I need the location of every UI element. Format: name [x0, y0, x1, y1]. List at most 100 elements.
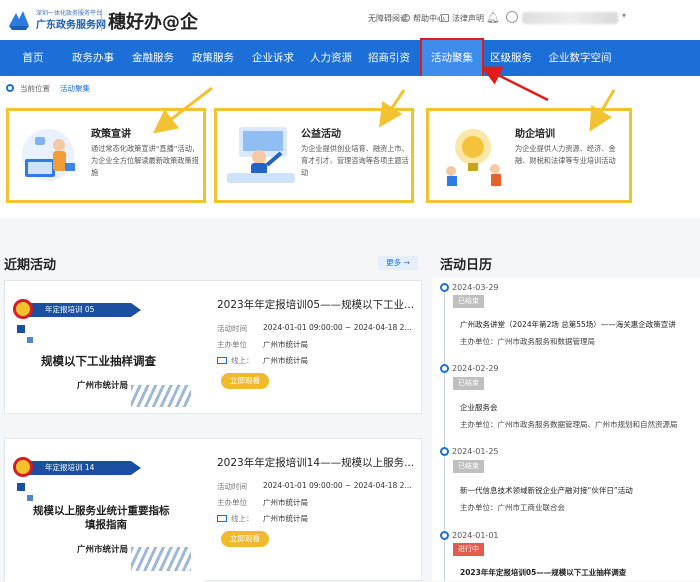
card-title: 政策宣讲 — [91, 129, 131, 140]
username-redacted[interactable] — [522, 12, 618, 24]
activity-title[interactable]: 2023年年定报培训05——规模以下工业... — [217, 297, 414, 312]
nav-hr[interactable]: 人力资源 — [304, 40, 358, 76]
activity-card[interactable]: 年定报培训 14 规模以上服务业统计重要指标 填报指南 广州市统计局 2023年… — [4, 438, 422, 582]
host-value: 广州市统计局 — [263, 340, 308, 349]
thumbnail-ribbon: 年定报培训 14 — [19, 461, 141, 475]
card-description: 为企业提供创业培育、融资上市、育才引才、管理咨询等各项主题活动 — [301, 144, 409, 177]
top-header: 深圳一体化政务服务平台 广东政务服务网 穗好办@企 无障碍阅读 帮助中心 法律声… — [0, 0, 700, 40]
breadcrumb-label: 当前位置 — [20, 84, 50, 93]
legal-link[interactable]: 法律声明 — [441, 13, 484, 24]
monitor-icon — [217, 357, 227, 364]
nav-policy[interactable]: 政策服务 — [186, 40, 240, 76]
status-badge: 已结束 — [453, 377, 484, 390]
online-label: 线上： — [231, 356, 254, 365]
chevron-down-icon[interactable]: ▾ — [622, 11, 626, 20]
policy-talk-illustration — [22, 129, 75, 181]
help-center-link[interactable]: 帮助中心 — [402, 13, 445, 24]
thumbnail-title: 规模以上服务业统计重要指标 — [33, 505, 170, 517]
user-icon[interactable] — [506, 11, 518, 23]
online-row: 线上： — [217, 513, 254, 524]
more-button[interactable]: 更多 → — [378, 256, 418, 270]
card-public-welfare[interactable]: 公益活动 为企业提供创业培育、融资上市、育才引才、管理咨询等各项主题活动 — [214, 108, 414, 203]
host-value: 广州市统计局 — [263, 498, 308, 507]
timeline-dot — [440, 447, 449, 456]
card-title: 助企培训 — [515, 129, 555, 140]
nav-home[interactable]: 首页 — [12, 40, 54, 76]
legal-label: 法律声明 — [452, 14, 484, 23]
main-nav: 首页 政务办事 金融服务 政策服务 企业诉求 人力资源 招商引资 活动聚集 区级… — [0, 40, 700, 76]
online-label: 线上： — [231, 514, 254, 523]
nav-investment[interactable]: 招商引资 — [362, 40, 416, 76]
breadcrumb-current[interactable]: 活动聚集 — [60, 83, 90, 94]
card-description: 通过常态化政策宣讲“直播”活动，为企业全方位解读最新政策政策措施 — [91, 144, 200, 177]
event-date: 2024-03-29 — [452, 283, 499, 292]
decor-stripes — [131, 385, 191, 407]
emblem-icon — [13, 299, 33, 319]
card-enterprise-training[interactable]: 助企培训 为企业提供人力资源、经济、金融、财税和法律等专业培训活动 — [426, 108, 632, 203]
logo-name[interactable]: 广东政务服务网 — [36, 16, 106, 31]
breadcrumb: 当前位置 活动聚集 — [0, 76, 700, 100]
nav-digital-space[interactable]: 企业数字空间 — [544, 40, 616, 76]
bell-icon[interactable]: 🔔︎ — [486, 11, 500, 24]
decor-square — [27, 337, 33, 343]
timeline-dot — [440, 283, 449, 292]
training-illustration — [446, 129, 501, 186]
event-org: 主办单位：广州市工商业联合会 — [460, 503, 565, 512]
host-label: 主办单位 — [217, 498, 247, 507]
help-icon — [402, 14, 410, 22]
location-icon — [6, 84, 14, 92]
activity-title[interactable]: 2023年年定报培训14——规模以上服务... — [217, 455, 414, 470]
timeline-dot — [440, 531, 449, 540]
event-date: 2024-01-01 — [452, 531, 499, 540]
decor-square — [27, 495, 33, 501]
host-label: 主办单位 — [217, 340, 247, 349]
nav-district[interactable]: 区级服务 — [484, 40, 538, 76]
time-label: 活动时间 — [217, 324, 247, 333]
decor-stripes — [131, 547, 191, 571]
emblem-icon — [13, 457, 33, 477]
thumbnail-org: 广州市统计局 — [77, 545, 129, 555]
calendar-title: 活动日历 — [440, 258, 493, 273]
divider — [101, 9, 102, 31]
watch-now-button[interactable]: 立即观看 — [221, 531, 269, 547]
event-date: 2024-01-25 — [452, 447, 499, 456]
event-org: 主办单位：广州市政务服务数据管理局、广州市规划和自然资源局 — [460, 420, 678, 429]
recent-activities-title: 近期活动 — [4, 258, 57, 273]
thumbnail-org: 广州市统计局 — [77, 381, 129, 391]
activity-thumbnail[interactable]: 年定报培训 05 规模以下工业抽样调查 广州市统计局 — [5, 289, 205, 407]
activity-thumbnail[interactable]: 年定报培训 14 规模以上服务业统计重要指标 填报指南 广州市统计局 — [5, 447, 205, 582]
status-badge: 进行中 — [453, 543, 484, 556]
thumbnail-title-line2: 填报指南 — [85, 519, 127, 531]
timeline-dot — [440, 364, 449, 373]
monitor-icon — [217, 515, 227, 522]
event-title[interactable]: 广州政务讲堂（2024年第2场 总第55场）——海关惠企政策宣讲 — [460, 319, 676, 330]
card-policy-talk[interactable]: 政策宣讲 通过常态化政策宣讲“直播”活动，为企业全方位解读最新政策政策措施 — [6, 108, 206, 203]
event-title[interactable]: 企业服务会 — [460, 402, 498, 413]
event-org: 主办单位：广州市政务服务和数据管理局 — [460, 337, 595, 346]
online-value: 广州市统计局 — [263, 514, 308, 523]
status-badge: 已结束 — [453, 295, 484, 308]
online-row: 线上： — [217, 355, 254, 366]
nav-government-services[interactable]: 政务办事 — [66, 40, 120, 76]
logo-icon — [9, 11, 29, 30]
card-description: 为企业提供人力资源、经济、金融、财税和法律等专业培训活动 — [515, 144, 616, 165]
online-value: 广州市统计局 — [263, 356, 308, 365]
highlight-box — [420, 38, 484, 78]
event-date: 2024-02-29 — [452, 364, 499, 373]
thumbnail-title: 规模以下工业抽样调查 — [41, 354, 156, 368]
card-title: 公益活动 — [301, 129, 341, 140]
time-value: 2024-01-01 09:00:00 ~ 2024-04-18 2... — [263, 323, 412, 332]
nav-finance[interactable]: 金融服务 — [126, 40, 180, 76]
status-badge: 已结束 — [453, 460, 484, 473]
event-title[interactable]: 新一代信息技术领域新锐企业产融对接“伙伴日”活动 — [460, 485, 633, 496]
watch-now-button[interactable]: 立即观看 — [221, 373, 269, 389]
time-value: 2024-01-01 09:00:00 ~ 2024-04-18 2... — [263, 481, 412, 490]
public-welfare-illustration — [227, 127, 295, 183]
nav-appeals[interactable]: 企业诉求 — [246, 40, 300, 76]
activity-card[interactable]: 年定报培训 05 规模以下工业抽样调查 广州市统计局 2023年年定报培训05—… — [4, 280, 422, 414]
thumbnail-ribbon: 年定报培训 05 — [19, 303, 141, 317]
decor-square — [17, 325, 25, 333]
event-title[interactable]: 2023年年定报培训05——规模以下工业抽样调查 — [460, 567, 626, 578]
document-icon — [441, 14, 449, 22]
brand-title[interactable]: 穗好办@企 — [108, 8, 198, 34]
